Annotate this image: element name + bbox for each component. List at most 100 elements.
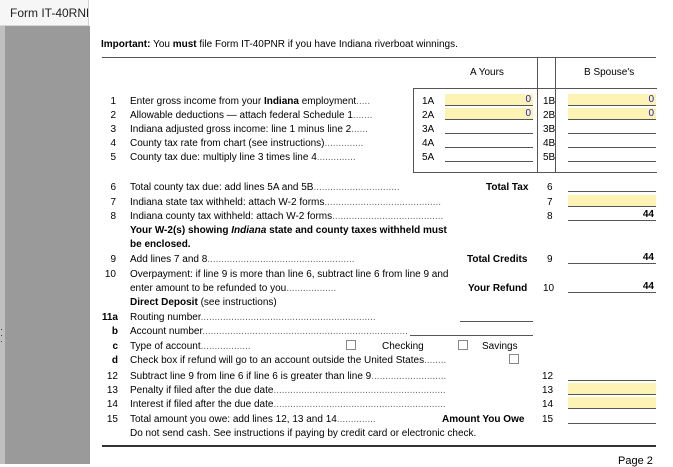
total-tax-label: Total Tax [486, 182, 529, 193]
your-refund-label: Your Refund [468, 283, 528, 294]
line7-code: 7 [547, 197, 553, 208]
line11b-text: Account number..........................… [130, 326, 408, 337]
line3b-input[interactable] [568, 122, 656, 134]
line5a-input[interactable] [445, 150, 533, 162]
line13-text: Penalty if filed after the due date.....… [130, 385, 446, 396]
line4-text: County tax rate from chart (see instruct… [130, 138, 364, 149]
line3a-input[interactable] [445, 122, 533, 134]
line1-text-post: employment [298, 96, 357, 107]
line15-text-body: Total amount you owe: add lines 12, 13 a… [130, 414, 337, 425]
line2b-input[interactable]: 0 [568, 108, 656, 120]
line10-value: 44 [642, 281, 654, 292]
line8-num: 8 [110, 211, 116, 222]
line3-text: Indiana adjusted gross income: line 1 mi… [130, 124, 368, 135]
line12-text: Subtract line 9 from line 6 if line 6 is… [130, 371, 447, 382]
line4b-input[interactable] [568, 136, 656, 148]
line5b-input[interactable] [568, 150, 656, 162]
line14-input[interactable] [568, 397, 656, 409]
line5-text-body: County tax due: multiply line 3 times li… [130, 152, 317, 163]
line1-num: 1 [110, 96, 116, 107]
line2a-code: 2A [422, 110, 435, 121]
amount-you-owe-label: Amount You Owe [442, 414, 525, 425]
w2-note-line1: Your W-2(s) showing Indiana state and co… [130, 225, 447, 236]
line14-code: 14 [542, 399, 554, 410]
page-number: Page 2 [618, 455, 653, 467]
w2-note-pre: Your W-2(s) showing [130, 225, 232, 236]
account-number-input[interactable] [410, 324, 533, 336]
line3-text-body: Indiana adjusted gross income: line 1 mi… [130, 124, 352, 135]
box-bottom-rule [413, 172, 657, 173]
line12-num: 12 [106, 371, 118, 382]
column-a-header: A Yours [470, 67, 504, 78]
line13-input[interactable] [568, 383, 656, 395]
total-credits-label: Total Credits [467, 254, 528, 265]
window-title: Form IT-40RNR [10, 6, 95, 20]
line5-num: 5 [110, 152, 116, 163]
savings-checkbox[interactable] [458, 340, 468, 350]
bottom-rule [102, 445, 656, 447]
line1a-code: 1A [422, 96, 435, 107]
line13-num: 13 [106, 385, 118, 396]
checking-checkbox[interactable] [346, 340, 356, 350]
line1a-value: 0 [525, 94, 531, 105]
line7-num: 7 [110, 197, 116, 208]
line8-value: 44 [642, 209, 654, 220]
col-divider-a [537, 57, 538, 172]
line5-text: County tax due: multiply line 3 times li… [130, 152, 356, 163]
line1b-input[interactable]: 0 [568, 94, 656, 106]
gutter-edge [0, 26, 5, 464]
line4a-code: 4A [422, 138, 435, 149]
line14-text-body: Interest if filed after the due date [130, 399, 274, 410]
line6-code: 6 [547, 182, 553, 193]
line7-text: Indiana state tax withheld: attach W-2 f… [130, 197, 442, 208]
line15-input[interactable] [568, 412, 656, 424]
resize-grip-icon[interactable]: · · · [0, 325, 4, 346]
line2-num: 2 [110, 110, 116, 121]
line15-code: 15 [542, 414, 554, 425]
routing-number-input[interactable] [460, 310, 533, 322]
line7-input[interactable] [568, 195, 656, 207]
line4-text-body: County tax rate from chart (see instruct… [130, 138, 325, 149]
line14-num: 14 [106, 399, 118, 410]
foreign-account-checkbox[interactable] [509, 354, 519, 364]
line2a-input[interactable]: 0 [445, 108, 533, 120]
line10-text2-body: enter amount to be refunded to you [130, 283, 287, 294]
line4-num: 4 [110, 138, 116, 149]
line5a-code: 5A [422, 152, 435, 163]
line10-code: 10 [543, 283, 555, 294]
line11c-text-body: Type of account [130, 341, 201, 352]
top-rule [102, 57, 656, 58]
line15-text: Total amount you owe: add lines 12, 13 a… [130, 414, 376, 425]
line12-text-body: Subtract line 9 from line 6 if line 6 is… [130, 371, 372, 382]
line10-num: 10 [104, 269, 116, 280]
line4a-input[interactable] [445, 136, 533, 148]
line12-input[interactable] [568, 369, 656, 381]
line6-text-body: Total county tax due: add lines 5A and 5… [130, 182, 314, 193]
line11a-text-body: Routing number [130, 312, 201, 323]
form-page: Important: You must file Form IT-40PNR i… [90, 26, 673, 467]
line2b-value: 0 [648, 108, 654, 119]
line15-note: Do not send cash. See instructions if pa… [130, 428, 477, 439]
line9-num: 9 [110, 254, 116, 265]
line10-input[interactable]: 44 [568, 281, 656, 293]
line8-input[interactable]: 44 [568, 209, 656, 221]
line6-input[interactable] [568, 180, 656, 192]
line1a-input[interactable]: 0 [445, 94, 533, 106]
line9-input[interactable]: 44 [568, 252, 656, 264]
direct-deposit-label: Direct Deposit [130, 297, 198, 308]
line10-text2: enter amount to be refunded to you......… [130, 283, 337, 294]
notice-must: must [172, 39, 197, 50]
w2-note-italic: Indiana [231, 225, 267, 236]
column-b-header: B Spouse's [584, 67, 635, 78]
line7-text-body: Indiana state tax withheld: attach W-2 f… [130, 197, 325, 208]
line14-text: Interest if filed after the due date....… [130, 399, 446, 410]
line1-text-pre: Enter gross income from your [130, 96, 264, 107]
line11a-text: Routing number..........................… [130, 312, 376, 323]
line10-text1: Overpayment: if line 9 is more than line… [130, 269, 449, 280]
important-label: Important: [101, 39, 151, 50]
line5b-code: 5B [543, 152, 556, 163]
checking-label: Checking [382, 341, 424, 352]
line9-text: Add lines 7 and 8.......................… [130, 254, 355, 265]
line2-text: Allowable deductions — attach federal Sc… [130, 110, 373, 121]
line11d-num: d [111, 355, 118, 366]
